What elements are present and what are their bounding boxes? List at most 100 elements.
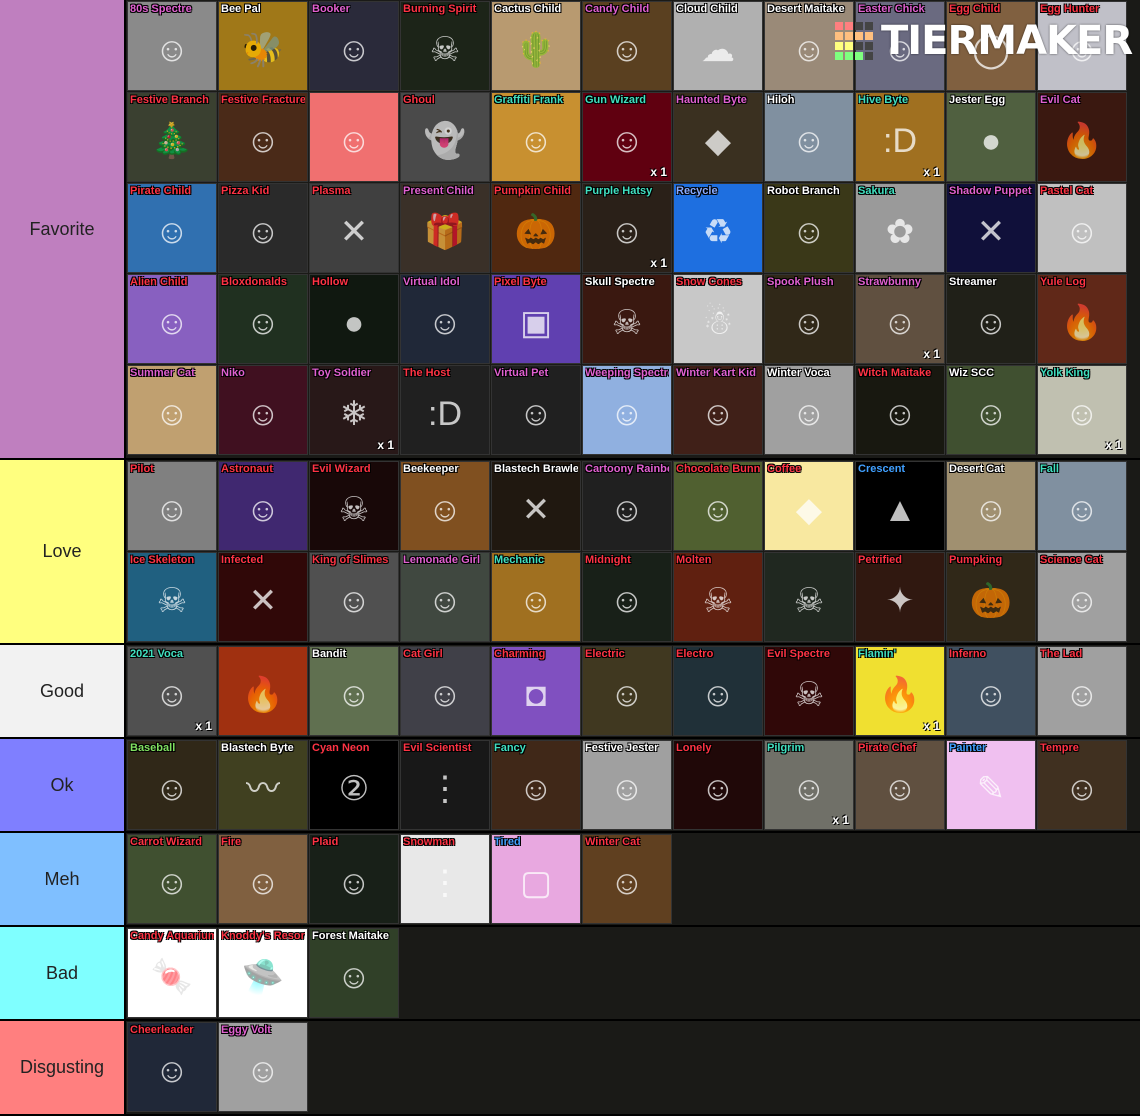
- tier-item[interactable]: ☺ Forest Maitake: [309, 928, 399, 1018]
- tier-item[interactable]: ▢ Tired: [491, 834, 581, 924]
- tier-item[interactable]: ☺ 2021 Voca x 1: [127, 646, 217, 736]
- tier-item[interactable]: 🎃 Pumpkin Child: [491, 183, 581, 273]
- tier-item[interactable]: ☺ Graffiti Frank: [491, 92, 581, 182]
- tier-item[interactable]: ⋮ Snowman: [400, 834, 490, 924]
- tier-item[interactable]: ☺ Baseball: [127, 740, 217, 830]
- tier-item[interactable]: ☺ Bandit: [309, 646, 399, 736]
- tier-item[interactable]: ☺ Pastel Cat: [1037, 183, 1127, 273]
- tier-item[interactable]: ☺ Virtual Pet: [491, 365, 581, 455]
- tier-item[interactable]: 🍬 Candy Aquarium: [127, 928, 217, 1018]
- tier-item[interactable]: ☃ Snow Cones: [673, 274, 763, 364]
- tier-item[interactable]: ✎ Painter: [946, 740, 1036, 830]
- tier-item[interactable]: ☺ Booker: [309, 1, 399, 91]
- tier-item[interactable]: ✕ Blastech Brawler: [491, 461, 581, 551]
- tier-item[interactable]: ☺ Virtual Idol: [400, 274, 490, 364]
- tier-item[interactable]: ☺ Pilgrim x 1: [764, 740, 854, 830]
- tier-item[interactable]: ☺ Yolk King x 1: [1037, 365, 1127, 455]
- tier-item[interactable]: ☺ Purple Hatsy x 1: [582, 183, 672, 273]
- tier-item[interactable]: 🌵 Cactus Child: [491, 1, 581, 91]
- tier-item[interactable]: ☺ King of Slimes: [309, 552, 399, 642]
- tier-item[interactable]: ☺ Spook Plush: [764, 274, 854, 364]
- tier-item[interactable]: ☺ Inferno: [946, 646, 1036, 736]
- tier-item[interactable]: ☺ Winter Cat: [582, 834, 672, 924]
- tier-label[interactable]: Meh: [0, 833, 126, 925]
- tier-item[interactable]: ☠ Burning Spirit: [400, 1, 490, 91]
- tier-item[interactable]: ☺ Desert Cat: [946, 461, 1036, 551]
- tier-item[interactable]: ♻ Recycle: [673, 183, 763, 273]
- tier-item[interactable]: ☺ Festive Fracture: [218, 92, 308, 182]
- tier-item[interactable]: ☺ Lonely: [673, 740, 763, 830]
- tier-item[interactable]: ⋮ Evil Scientist: [400, 740, 490, 830]
- tier-item[interactable]: ☠ Molten: [673, 552, 763, 642]
- tier-item[interactable]: ☁ Cloud Child: [673, 1, 763, 91]
- tier-label[interactable]: Disgusting: [0, 1021, 126, 1114]
- tier-item[interactable]: ☺ Plaid: [309, 834, 399, 924]
- tier-item[interactable]: 🐝 Bee Pal: [218, 1, 308, 91]
- tier-item[interactable]: 🔥: [218, 646, 308, 736]
- tier-item[interactable]: ☺ Astronaut: [218, 461, 308, 551]
- tier-item[interactable]: ☺ Science Cat: [1037, 552, 1127, 642]
- tier-item[interactable]: ☺ Pilot: [127, 461, 217, 551]
- tier-item[interactable]: 🔥 Flamin' x 1: [855, 646, 945, 736]
- tier-item[interactable]: 🔥 Evil Cat: [1037, 92, 1127, 182]
- tier-item[interactable]: 👻 Ghoul: [400, 92, 490, 182]
- tier-item[interactable]: ☺ Mechanic: [491, 552, 581, 642]
- tier-label[interactable]: Favorite: [0, 0, 126, 458]
- tier-item[interactable]: ☺ Strawbunny x 1: [855, 274, 945, 364]
- tier-item[interactable]: ☺ Pirate Child: [127, 183, 217, 273]
- tier-label[interactable]: Love: [0, 460, 126, 643]
- tier-item[interactable]: ☺ Cheerleader: [127, 1022, 217, 1112]
- tier-item[interactable]: ☺ Bloxdonalds: [218, 274, 308, 364]
- tier-item[interactable]: ☺ Pizza Kid: [218, 183, 308, 273]
- tier-item[interactable]: :D Hive Byte x 1: [855, 92, 945, 182]
- tier-item[interactable]: ☺ Carrot Wizard: [127, 834, 217, 924]
- tier-item[interactable]: :D The Host: [400, 365, 490, 455]
- tier-item[interactable]: ✦ Petrified: [855, 552, 945, 642]
- tier-item[interactable]: ☺ Witch Maitake: [855, 365, 945, 455]
- tier-item[interactable]: 🎄 Festive Branch: [127, 92, 217, 182]
- tier-item[interactable]: ☺ Electric: [582, 646, 672, 736]
- tier-label[interactable]: Ok: [0, 739, 126, 831]
- tier-item[interactable]: ◆ Coffee: [764, 461, 854, 551]
- tier-item[interactable]: ☺ Eggy Volt: [218, 1022, 308, 1112]
- tier-item[interactable]: ☠ Evil Spectre: [764, 646, 854, 736]
- tier-item[interactable]: 🎁 Present Child: [400, 183, 490, 273]
- tier-item[interactable]: ☺ Chocolate Bunny: [673, 461, 763, 551]
- tier-item[interactable]: ● Hollow: [309, 274, 399, 364]
- tier-item[interactable]: ✕ Shadow Puppet: [946, 183, 1036, 273]
- tier-item[interactable]: ② Cyan Neon: [309, 740, 399, 830]
- tier-item[interactable]: ☺ Hiloh: [764, 92, 854, 182]
- tier-item[interactable]: ☺ Midnight: [582, 552, 672, 642]
- tier-item[interactable]: 🎃 Pumpking: [946, 552, 1036, 642]
- tier-item[interactable]: ☺: [309, 92, 399, 182]
- tier-item[interactable]: ☺ Alien Child: [127, 274, 217, 364]
- tier-item[interactable]: ☺ Candy Child: [582, 1, 672, 91]
- tier-item[interactable]: 🔥 Yule Log: [1037, 274, 1127, 364]
- tier-item[interactable]: ☺ Niko: [218, 365, 308, 455]
- tier-item[interactable]: ☺ Gun Wizard x 1: [582, 92, 672, 182]
- tier-item[interactable]: ▲ Crescent: [855, 461, 945, 551]
- tier-item[interactable]: ◯ Egg Child: [946, 1, 1036, 91]
- tier-item[interactable]: ☺ Streamer: [946, 274, 1036, 364]
- tier-item[interactable]: ● Jester Egg: [946, 92, 1036, 182]
- tier-item[interactable]: ☺ Weeping Spectre: [582, 365, 672, 455]
- tier-item[interactable]: ☠: [764, 552, 854, 642]
- tier-item[interactable]: ☺ Electro: [673, 646, 763, 736]
- tier-item[interactable]: ☠ Evil Wizard: [309, 461, 399, 551]
- tier-item[interactable]: ▣ Pixel Byte: [491, 274, 581, 364]
- tier-item[interactable]: ◘ Charming: [491, 646, 581, 736]
- tier-label[interactable]: Good: [0, 645, 126, 737]
- tier-item[interactable]: ☺ Tempre: [1037, 740, 1127, 830]
- tier-item[interactable]: ☠ Ice Skeleton: [127, 552, 217, 642]
- tier-item[interactable]: ☠ Skull Spectre: [582, 274, 672, 364]
- tier-item[interactable]: ☺ Winter Kart Kid: [673, 365, 763, 455]
- tier-item[interactable]: ☺ Egg Hunter: [1037, 1, 1127, 91]
- tier-item[interactable]: ☺ Fire: [218, 834, 308, 924]
- tier-item[interactable]: ☺ 80s Spectre: [127, 1, 217, 91]
- tier-item[interactable]: ☺ Lemonade Girl: [400, 552, 490, 642]
- tier-item[interactable]: ☺ Fancy: [491, 740, 581, 830]
- tier-item[interactable]: ☺ Robot Branch: [764, 183, 854, 273]
- tier-item[interactable]: ☺ Desert Maitake: [764, 1, 854, 91]
- tier-item[interactable]: ☺ Beekeeper: [400, 461, 490, 551]
- tier-item[interactable]: ◆ Haunted Byte: [673, 92, 763, 182]
